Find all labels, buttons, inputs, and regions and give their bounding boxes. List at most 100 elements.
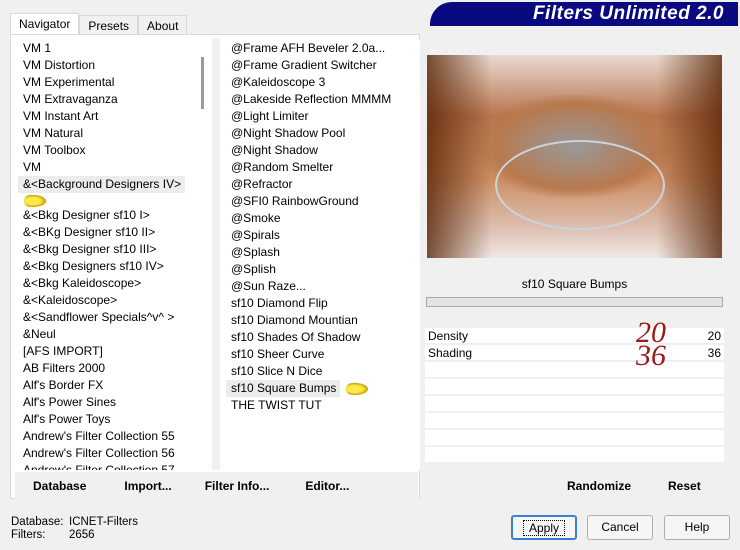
list-item[interactable]: &Neul bbox=[18, 326, 201, 343]
list-item[interactable]: @SFI0 RainbowGround bbox=[226, 193, 420, 210]
list-item[interactable]: @Refractor bbox=[226, 176, 420, 193]
list-item[interactable]: VM Toolbox bbox=[18, 142, 201, 159]
list-item[interactable]: @Lakeside Reflection MMMM bbox=[226, 91, 420, 108]
list-item-label: @Kaleidoscope 3 bbox=[231, 75, 326, 89]
list-item-label: sf10 Slice N Dice bbox=[231, 364, 323, 378]
progress-bar bbox=[426, 297, 723, 307]
list-item-label: @Random Smelter bbox=[231, 160, 334, 174]
list-item-label: VM Toolbox bbox=[23, 143, 86, 157]
list-item[interactable]: sf10 Sheer Curve bbox=[226, 346, 420, 363]
list-item[interactable]: VM bbox=[18, 159, 201, 176]
parameter-row bbox=[425, 447, 724, 464]
list-item[interactable]: @Frame Gradient Switcher bbox=[226, 57, 420, 74]
list-item[interactable]: &<Bkg Designer sf10 I> bbox=[18, 207, 201, 224]
list-item-label: @Night Shadow Pool bbox=[231, 126, 346, 140]
list-item-label: Andrew's Filter Collection 55 bbox=[23, 429, 175, 443]
list-item[interactable]: @Splish bbox=[226, 261, 420, 278]
filters-count: 2656 bbox=[69, 529, 95, 541]
cancel-button[interactable]: Cancel bbox=[587, 515, 653, 540]
list-item-label: Andrew's Filter Collection 57 bbox=[23, 463, 175, 470]
list-item[interactable]: VM Experimental bbox=[18, 74, 201, 91]
reset-button[interactable]: Reset bbox=[668, 479, 701, 493]
filter-name-label: sf10 Square Bumps bbox=[425, 272, 724, 297]
tab-navigator[interactable]: Navigator bbox=[10, 13, 80, 35]
list-item[interactable]: @Frame AFH Beveler 2.0a... bbox=[226, 40, 420, 57]
import-button[interactable]: Import... bbox=[124, 479, 171, 493]
parameter-button-bar: Randomize Reset bbox=[425, 472, 724, 499]
list-item[interactable]: sf10 Shades Of Shadow bbox=[226, 329, 420, 346]
list-item-label: &<Kaleidoscope> bbox=[23, 293, 118, 307]
list-item[interactable]: VM Natural bbox=[18, 125, 201, 142]
list-item[interactable]: sf10 Square Bumps bbox=[226, 380, 420, 397]
parameter-row bbox=[425, 430, 724, 447]
list-item-label: &<BKg Designer sf10 II> bbox=[23, 225, 156, 239]
parameter-value: 20 bbox=[707, 329, 721, 343]
list-item[interactable]: Andrew's Filter Collection 57 bbox=[18, 462, 201, 470]
list-item[interactable]: @Night Shadow Pool bbox=[226, 125, 420, 142]
category-list[interactable]: VM 1 VM Distortion VM Experimental VM Extra… bbox=[18, 40, 201, 470]
parameter-label: Shading bbox=[428, 346, 473, 360]
parameter-row[interactable]: Shading 36 bbox=[425, 345, 724, 362]
list-item[interactable]: VM Extravaganza bbox=[18, 91, 201, 108]
list-item[interactable]: @Sun Raze... bbox=[226, 278, 420, 295]
list-item[interactable]: &<Kaleidoscope> bbox=[18, 292, 201, 309]
list-item-label: &<Bkg Designer sf10 III> bbox=[23, 242, 157, 256]
database-value: ICNET-Filters bbox=[69, 516, 138, 528]
parameter-row bbox=[425, 396, 724, 413]
help-button[interactable]: Help bbox=[664, 515, 730, 540]
filter-list[interactable]: @Frame AFH Beveler 2.0a... @Frame Gradien… bbox=[226, 40, 420, 470]
list-item[interactable]: @Night Shadow bbox=[226, 142, 420, 159]
list-item[interactable]: sf10 Diamond Flip bbox=[226, 295, 420, 312]
filter-info-button[interactable]: Filter Info... bbox=[205, 479, 270, 493]
apply-button[interactable]: Apply bbox=[511, 515, 577, 540]
list-item-label: sf10 Diamond Mountian bbox=[231, 313, 358, 327]
tab-about[interactable]: About bbox=[138, 15, 188, 35]
list-item-label: @SFI0 RainbowGround bbox=[231, 194, 359, 208]
tab-presets[interactable]: Presets bbox=[79, 15, 139, 35]
list-item[interactable]: VM Distortion bbox=[18, 57, 201, 74]
list-item-label: @Night Shadow bbox=[231, 143, 318, 157]
list-separator bbox=[212, 38, 220, 470]
list-item[interactable]: VM Instant Art bbox=[18, 108, 201, 125]
editor-button[interactable]: Editor... bbox=[305, 479, 349, 493]
list-item[interactable]: Alf's Border FX bbox=[18, 377, 201, 394]
list-item[interactable]: @Spirals bbox=[226, 227, 420, 244]
parameter-row bbox=[425, 379, 724, 396]
list-item[interactable]: sf10 Slice N Dice bbox=[226, 363, 420, 380]
list-item-label: [AFS IMPORT] bbox=[23, 344, 103, 358]
list-item[interactable]: @Light Limiter bbox=[226, 108, 420, 125]
list-item[interactable]: &<BKg Designer sf10 II> bbox=[18, 224, 201, 241]
list-item[interactable]: &<Bkg Designers sf10 IV> bbox=[18, 258, 201, 275]
parameter-value: 36 bbox=[707, 346, 721, 360]
list-item[interactable]: THE TWIST TUT bbox=[226, 397, 420, 414]
parameter-row[interactable]: Density 20 bbox=[425, 328, 724, 345]
database-button[interactable]: Database bbox=[33, 479, 86, 493]
list-item-label: Alf's Border FX bbox=[23, 378, 104, 392]
list-item-label: @Sun Raze... bbox=[231, 279, 306, 293]
list-item[interactable]: Alf's Power Toys bbox=[18, 411, 201, 428]
parameter-label: Density bbox=[428, 329, 469, 343]
list-item[interactable]: @Smoke bbox=[226, 210, 420, 227]
randomize-button[interactable]: Randomize bbox=[567, 479, 631, 493]
list-item[interactable]: @Random Smelter bbox=[226, 159, 420, 176]
list-item[interactable]: &<Bkg Designer sf10 III> bbox=[18, 241, 201, 258]
list-item[interactable]: Alf's Power Sines bbox=[18, 394, 201, 411]
list-item[interactable]: &<Sandflower Specials^v^ > bbox=[18, 309, 201, 326]
list-item[interactable]: &<Background Designers IV> bbox=[18, 176, 201, 207]
list-item[interactable]: @Kaleidoscope 3 bbox=[226, 74, 420, 91]
list-item[interactable]: AB Filters 2000 bbox=[18, 360, 201, 377]
navigator-button-bar: Database Import... Filter Info... Editor… bbox=[15, 472, 418, 499]
list-item[interactable]: Andrew's Filter Collection 56 bbox=[18, 445, 201, 462]
tab-bar: Navigator Presets About bbox=[10, 13, 188, 35]
category-scrollbar-thumb[interactable] bbox=[201, 57, 204, 109]
app-title-banner: Filters Unlimited 2.0 bbox=[430, 2, 738, 26]
list-item[interactable]: sf10 Diamond Mountian bbox=[226, 312, 420, 329]
list-item[interactable]: @Splash bbox=[226, 244, 420, 261]
list-item-label: Alf's Power Toys bbox=[23, 412, 111, 426]
list-item[interactable]: Andrew's Filter Collection 55 bbox=[18, 428, 201, 445]
list-item[interactable]: VM 1 bbox=[18, 40, 201, 57]
list-item[interactable]: &<Bkg Kaleidoscope> bbox=[18, 275, 201, 292]
list-item-label: &<Bkg Designer sf10 I> bbox=[23, 208, 150, 222]
list-item-label: &<Bkg Kaleidoscope> bbox=[23, 276, 142, 290]
list-item[interactable]: [AFS IMPORT] bbox=[18, 343, 201, 360]
